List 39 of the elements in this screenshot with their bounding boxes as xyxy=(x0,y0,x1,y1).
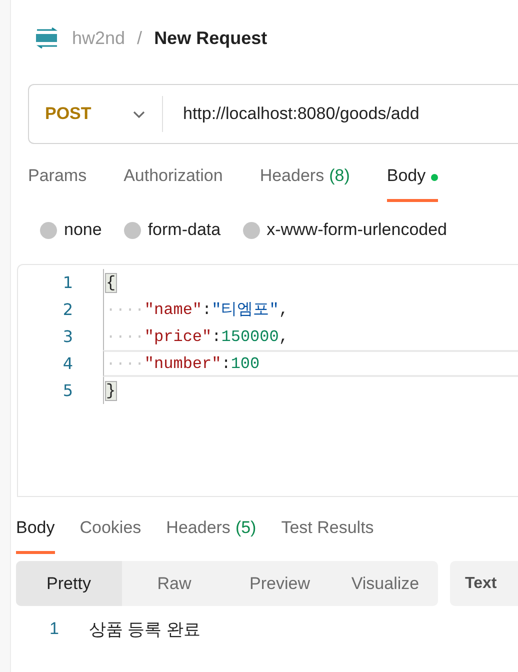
method-dropdown[interactable]: POST xyxy=(29,96,163,132)
request-title: New Request xyxy=(154,28,268,48)
code-line: { xyxy=(103,269,518,296)
request-tab[interactable]: Body xyxy=(386,162,438,202)
line-number: 2 xyxy=(62,300,74,319)
response-text: 상품 등록 완료 xyxy=(89,618,200,640)
line-number: 4 xyxy=(62,354,74,373)
response-tab[interactable]: Cookies xyxy=(80,514,142,554)
format-dropdown[interactable]: Text xyxy=(450,561,518,606)
radio-button[interactable] xyxy=(124,222,141,238)
line-number: 1 xyxy=(62,273,74,292)
code-editor[interactable]: 1 { 2 ····"name":"티엠포", 3 ····"price":150000, 4 ····"number":100 5 } xyxy=(17,264,518,497)
request-tab[interactable]: Params xyxy=(28,162,87,202)
radio-button[interactable] xyxy=(242,222,260,238)
line-number: 3 xyxy=(62,327,74,346)
request-tab[interactable]: Authorization xyxy=(124,162,223,202)
view-mode-button[interactable]: Pretty xyxy=(16,561,122,606)
response-tab[interactable]: Body xyxy=(16,514,55,554)
response-tab[interactable]: Test Results xyxy=(281,514,374,554)
code-line: ····"name":"티엠포", xyxy=(103,296,518,323)
radio-label[interactable]: x-www-form-urlencoded xyxy=(266,220,448,240)
code-line: ····"number":100 xyxy=(103,350,518,377)
radio-button[interactable] xyxy=(40,222,57,238)
response-tab[interactable]: Headers (5) xyxy=(166,514,256,554)
radio-label[interactable]: form-data xyxy=(148,220,221,240)
code-line: ····"price":150000, xyxy=(103,323,518,350)
view-mode-button[interactable]: Visualize xyxy=(332,561,438,606)
code-line: } xyxy=(103,377,518,404)
url-input[interactable]: http://localhost:8080/goods/add xyxy=(163,104,420,124)
view-mode-button[interactable]: Preview xyxy=(227,561,332,606)
breadcrumb-separator: / xyxy=(137,28,142,48)
line-number: 1 xyxy=(48,619,60,639)
caret-icon xyxy=(132,109,146,119)
radio-label[interactable]: none xyxy=(64,220,102,240)
line-number: 5 xyxy=(62,381,74,400)
view-mode-button[interactable]: Raw xyxy=(122,561,227,606)
http-icon xyxy=(34,27,60,49)
request-tab[interactable]: Headers (8) xyxy=(260,162,350,202)
collection-link[interactable]: hw2nd xyxy=(72,28,126,48)
